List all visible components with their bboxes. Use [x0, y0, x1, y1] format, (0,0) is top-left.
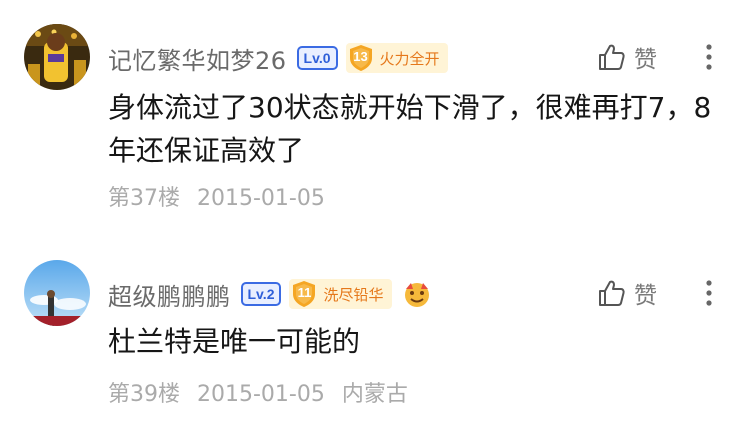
- like-label: 赞: [634, 47, 657, 73]
- comment-header: 超级鹏鹏鹏 Lv.2 11 洗尽铅华: [108, 274, 432, 314]
- comment-item: 超级鹏鹏鹏 Lv.2 11 洗尽铅华 赞 杜兰特是唯一可能的 第39楼 2015…: [0, 246, 742, 448]
- comment-date: 2015-01-05: [197, 382, 325, 407]
- like-button[interactable]: 赞: [596, 276, 657, 310]
- avatar[interactable]: [24, 24, 90, 90]
- thumbs-up-icon: [599, 280, 625, 306]
- fan-badge: 13 火力全开: [345, 43, 448, 73]
- like-label: 赞: [634, 283, 657, 309]
- avatar[interactable]: [24, 260, 90, 326]
- shield-icon: 13: [346, 43, 376, 73]
- comment-item: 记忆繁华如梦26 Lv.0 13 火力全开 赞 身体流过了30状态就开始下滑了，…: [0, 0, 742, 224]
- comment-text: 身体流过了30状态就开始下滑了，很难再打7，8年还保证高效了: [108, 91, 712, 167]
- emoji-badge-icon: [404, 283, 429, 307]
- comment-date: 2015-01-05: [197, 186, 325, 211]
- comment-meta: 第37楼 2015-01-05: [108, 180, 325, 212]
- fan-badge: 11 洗尽铅华: [289, 279, 392, 309]
- floor-number: 第37楼: [108, 186, 180, 211]
- sky-avatar-icon: [24, 260, 90, 326]
- more-options-icon[interactable]: [704, 278, 714, 308]
- username[interactable]: 超级鹏鹏鹏: [108, 277, 231, 312]
- fan-level-number: 13: [353, 49, 368, 64]
- comment-meta: 第39楼 2015-01-05 内蒙古: [108, 376, 408, 408]
- level-badge: Lv.2: [240, 282, 282, 306]
- fan-title: 火力全开: [379, 49, 440, 68]
- fan-level-number: 11: [297, 285, 312, 300]
- more-options-icon[interactable]: [704, 42, 714, 72]
- username[interactable]: 记忆繁华如梦26: [108, 41, 287, 76]
- like-button[interactable]: 赞: [596, 40, 657, 74]
- comment-header: 记忆繁华如梦26 Lv.0 13 火力全开: [108, 38, 448, 78]
- thumbs-up-icon: [599, 44, 625, 70]
- shield-icon: 11: [289, 279, 319, 309]
- floor-number: 第39楼: [108, 382, 180, 407]
- comment-location: 内蒙古: [341, 382, 408, 407]
- level-badge: Lv.0: [296, 46, 338, 70]
- comment-text: 杜兰特是唯一可能的: [108, 325, 361, 358]
- basketball-player-avatar-icon: [24, 24, 90, 90]
- fan-title: 洗尽铅华: [323, 285, 384, 304]
